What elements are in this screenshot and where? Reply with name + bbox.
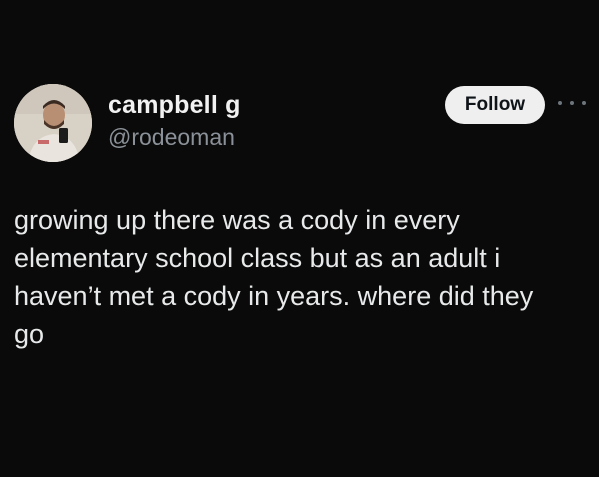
author-info: campbell g @rodeoman [108, 90, 241, 152]
more-dot [570, 101, 574, 105]
post-text: growing up there was a cody in every ele… [14, 205, 534, 349]
avatar[interactable] [14, 84, 92, 162]
follow-button[interactable]: Follow [445, 86, 545, 124]
more-dot [582, 101, 586, 105]
avatar-image [14, 84, 92, 162]
more-options-icon[interactable] [558, 93, 586, 113]
display-name[interactable]: campbell g [108, 90, 241, 120]
username-handle[interactable]: @rodeoman [108, 122, 241, 152]
more-dot [558, 101, 562, 105]
post-card: campbell g @rodeoman Follow growing up t… [0, 0, 599, 477]
